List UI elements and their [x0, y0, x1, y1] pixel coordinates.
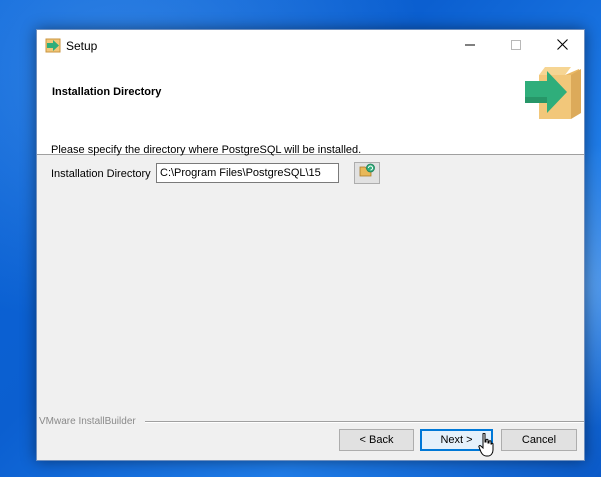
window-title: Setup: [66, 39, 98, 53]
cancel-button[interactable]: Cancel: [501, 429, 577, 451]
close-icon: [556, 37, 568, 55]
setup-arrow-icon: [45, 38, 61, 53]
page-title: Installation Directory: [52, 86, 162, 98]
minimize-button[interactable]: [447, 30, 493, 61]
box-arrow-icon: [525, 65, 583, 121]
footer-divider: [145, 421, 584, 423]
header-panel: Installation Directory: [37, 61, 584, 155]
back-button[interactable]: < Back: [339, 429, 414, 451]
minimize-icon: [465, 37, 475, 55]
directory-label: Installation Directory: [51, 168, 151, 180]
close-button[interactable]: [539, 30, 585, 61]
title-bar[interactable]: Setup: [37, 30, 584, 61]
folder-browse-icon: [359, 163, 375, 184]
installation-directory-input[interactable]: [156, 163, 339, 183]
browse-button[interactable]: [354, 162, 380, 184]
maximize-icon: [511, 37, 521, 55]
directory-description: Please specify the directory where Postg…: [51, 144, 362, 156]
installer-brand: VMware InstallBuilder: [39, 416, 136, 427]
mouse-pointer-icon: [478, 432, 494, 457]
setup-window: Setup Installation Directory Please spec…: [36, 29, 585, 461]
maximize-button[interactable]: [493, 30, 539, 61]
